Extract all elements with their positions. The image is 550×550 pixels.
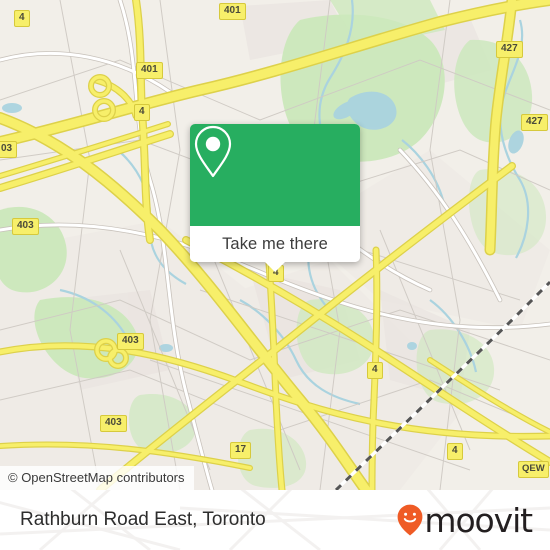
shield-403-a: 403 — [12, 218, 39, 235]
card-image-area — [190, 124, 360, 226]
map-pin-icon — [194, 125, 232, 178]
shield-403-c: 403 — [100, 415, 127, 432]
shield-401-b: 401 — [136, 62, 163, 79]
osm-attribution[interactable]: © OpenStreetMap contributors — [0, 466, 194, 490]
page-title: Rathburn Road East, Toronto — [20, 509, 266, 530]
shield-17: 17 — [230, 442, 252, 459]
shield-4-b: 4 — [134, 104, 150, 121]
moovit-brand[interactable]: moovit — [397, 500, 533, 540]
shield-4-a: 4 — [14, 10, 30, 27]
shield-403-b: 403 — [117, 333, 144, 350]
shield-427-a: 427 — [496, 41, 523, 58]
card-action-bar[interactable]: Take me there — [190, 226, 360, 272]
map-canvas[interactable]: 4 401 401 427 427 4 03 403 403 403 4 4 4… — [0, 0, 550, 490]
shield-427-b: 427 — [521, 114, 548, 131]
moovit-pin-smile-icon — [398, 504, 423, 536]
card-pointer-notch — [264, 261, 286, 272]
shield-403-edge: 03 — [0, 141, 18, 158]
shield-401-a: 401 — [219, 3, 246, 20]
moovit-wordmark: moovit — [424, 500, 533, 540]
shield-qew: QEW — [518, 461, 549, 478]
take-me-there-label: Take me there — [222, 234, 328, 253]
shield-4-e: 4 — [447, 443, 463, 460]
destination-card[interactable]: Take me there — [190, 124, 360, 272]
moovit-map-screen: 4 401 401 427 427 4 03 403 403 403 4 4 4… — [0, 0, 550, 550]
shield-4-d: 4 — [367, 362, 383, 379]
footer-bar: Rathburn Road East, Toronto moovit — [0, 490, 550, 550]
